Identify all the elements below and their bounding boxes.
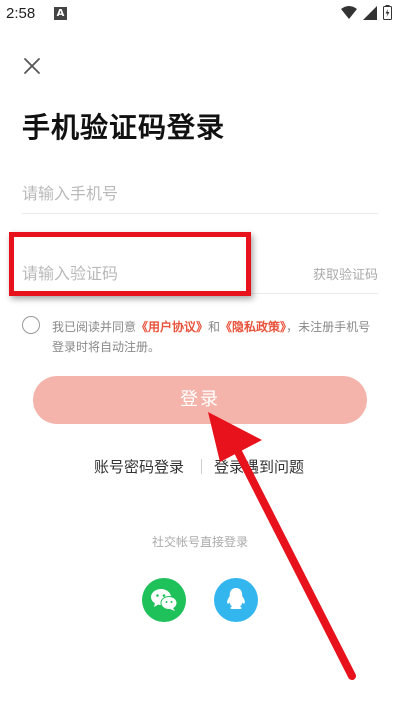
- user-agreement-link[interactable]: 《用户协议》: [136, 320, 208, 334]
- privacy-policy-link[interactable]: 《隐私政策》: [220, 320, 286, 334]
- agreement-prefix: 我已阅读并同意: [52, 320, 137, 334]
- password-login-link[interactable]: 账号密码登录: [94, 456, 184, 477]
- social-login-label: 社交帐号直接登录: [151, 535, 248, 549]
- login-problem-link[interactable]: 登录遇到问题: [214, 456, 304, 477]
- code-field-container: 获取验证码: [22, 252, 378, 294]
- wechat-login-button[interactable]: [142, 578, 186, 622]
- wechat-icon: [151, 589, 178, 611]
- agreement-and: 和: [208, 320, 221, 334]
- close-icon: [24, 58, 40, 74]
- divider: [201, 459, 202, 474]
- login-button[interactable]: 登录: [33, 376, 367, 424]
- phone-field-container: [22, 172, 378, 214]
- qq-icon: [227, 588, 245, 609]
- status-bar: 2:58 A: [0, 0, 400, 28]
- alt-login-row: 账号密码登录 登录遇到问题: [0, 456, 400, 478]
- get-code-button[interactable]: 获取验证码: [313, 264, 378, 283]
- close-button[interactable]: [22, 56, 42, 76]
- battery-icon: [383, 5, 392, 20]
- qq-login-button[interactable]: [214, 578, 258, 622]
- agreement-checkbox[interactable]: [22, 316, 40, 334]
- notification-icon: A: [54, 7, 67, 20]
- status-icons: [341, 5, 392, 20]
- verification-code-input[interactable]: [22, 252, 282, 294]
- phone-input[interactable]: [22, 172, 378, 214]
- agreement-text: 我已阅读并同意《用户协议》和《隐私政策》，未注册手机号登录时将自动注册。: [52, 317, 382, 357]
- wifi-icon: [341, 5, 357, 19]
- status-time: 2:58: [6, 5, 36, 22]
- page-title: 手机验证码登录: [22, 111, 226, 144]
- signal-icon: [363, 5, 377, 20]
